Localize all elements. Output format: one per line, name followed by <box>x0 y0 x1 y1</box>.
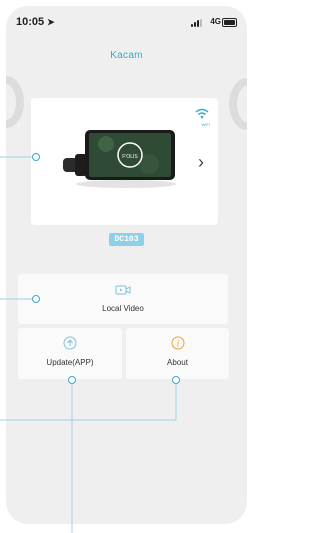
network-type: 4G <box>210 17 221 26</box>
status-bar: 10:05 ➤ 4G <box>6 6 247 36</box>
wifi-label: WIFI <box>201 122 210 127</box>
camera-screen-logo: F'OLIS <box>122 154 138 160</box>
model-wrap: DC103 <box>6 228 247 246</box>
update-app-label: Update(APP) <box>46 358 94 367</box>
camera-shadow <box>76 180 176 188</box>
device-card[interactable]: WIFI F'OLIS › <box>31 98 218 225</box>
battery-icon <box>222 18 237 27</box>
chevron-right-icon[interactable]: › <box>198 152 204 173</box>
info-icon: i <box>171 336 184 350</box>
phone-screen: 10:05 ➤ 4G Kacam WIFI F'OLIS › DC103 Loc… <box>6 6 247 524</box>
local-video-button[interactable]: Local Video <box>18 274 228 324</box>
local-video-label: Local Video <box>102 304 144 313</box>
signal-icon <box>191 19 203 27</box>
update-arrow-icon <box>63 336 77 350</box>
background-camera-shape <box>229 78 247 130</box>
about-label: About <box>167 358 188 367</box>
svg-text:i: i <box>176 339 179 349</box>
about-button[interactable]: i About <box>126 328 229 379</box>
app-title: Kacam <box>110 50 143 61</box>
model-badge: DC103 <box>109 233 144 246</box>
location-arrow-icon: ➤ <box>47 17 55 27</box>
wifi-icon <box>195 108 209 119</box>
background-camera-shape <box>6 76 24 128</box>
video-camera-icon <box>115 285 131 295</box>
update-app-button[interactable]: Update(APP) <box>18 328 122 379</box>
dashcam-image: F'OLIS <box>63 130 175 180</box>
status-time: 10:05 ➤ <box>16 16 55 28</box>
